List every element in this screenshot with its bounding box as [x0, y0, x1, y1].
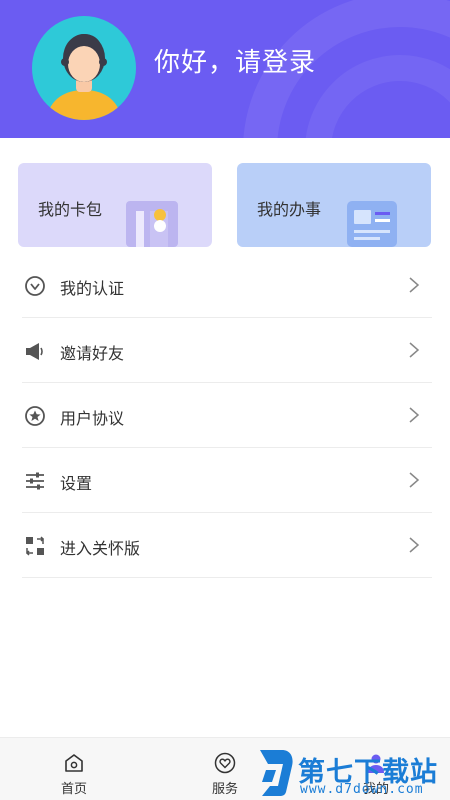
card-holder-icon: [126, 201, 178, 247]
tab-label: 服务: [211, 782, 238, 797]
menu-item-label: 用户协议: [60, 409, 125, 428]
chevron-right-icon: [409, 277, 420, 293]
document-icon: [347, 201, 397, 247]
settings-menu: 我的认证 邀请好友 用户协议 设置 进入关怀版: [22, 253, 432, 578]
menu-item-agreement[interactable]: 用户协议: [22, 383, 432, 448]
menu-item-label: 我的认证: [60, 279, 125, 298]
menu-item-care-mode[interactable]: 进入关怀版: [22, 513, 432, 578]
chevron-right-icon: [409, 407, 420, 423]
card-wallet-label: 我的卡包: [38, 200, 103, 219]
profile-header: 你好，请登录: [0, 0, 450, 138]
care-mode-icon: [25, 536, 45, 556]
login-prompt[interactable]: 你好，请登录: [154, 42, 316, 79]
chevron-right-icon: [409, 342, 420, 358]
card-affairs[interactable]: 我的办事: [237, 163, 431, 247]
heart-icon: [214, 752, 236, 774]
sliders-icon: [26, 472, 44, 490]
tab-home[interactable]: 首页: [34, 738, 114, 800]
menu-item-settings[interactable]: 设置: [22, 448, 432, 513]
star-badge-icon: [25, 406, 45, 426]
home-icon: [65, 754, 83, 772]
tab-label: 首页: [60, 782, 87, 797]
menu-item-invite[interactable]: 邀请好友: [22, 318, 432, 383]
menu-item-certification[interactable]: 我的认证: [22, 253, 432, 318]
avatar[interactable]: [32, 16, 136, 120]
megaphone-icon: [26, 343, 43, 360]
chevron-right-icon: [409, 537, 420, 553]
menu-item-label: 进入关怀版: [60, 539, 141, 558]
chevron-right-icon: [409, 472, 420, 488]
watermark-url: www.d7down.com: [300, 782, 424, 797]
tab-services[interactable]: 服务: [185, 738, 265, 800]
quick-cards: 我的卡包 我的办事: [18, 163, 432, 247]
card-wallet[interactable]: 我的卡包: [18, 163, 212, 247]
menu-item-label: 邀请好友: [60, 344, 125, 363]
site-logo-icon: [260, 750, 293, 796]
user-avatar-icon: [46, 34, 122, 120]
certification-icon: [25, 276, 45, 296]
site-watermark: 第七下载站 www.d7down.com: [254, 746, 450, 800]
menu-item-label: 设置: [60, 474, 93, 493]
card-affairs-label: 我的办事: [257, 200, 322, 219]
